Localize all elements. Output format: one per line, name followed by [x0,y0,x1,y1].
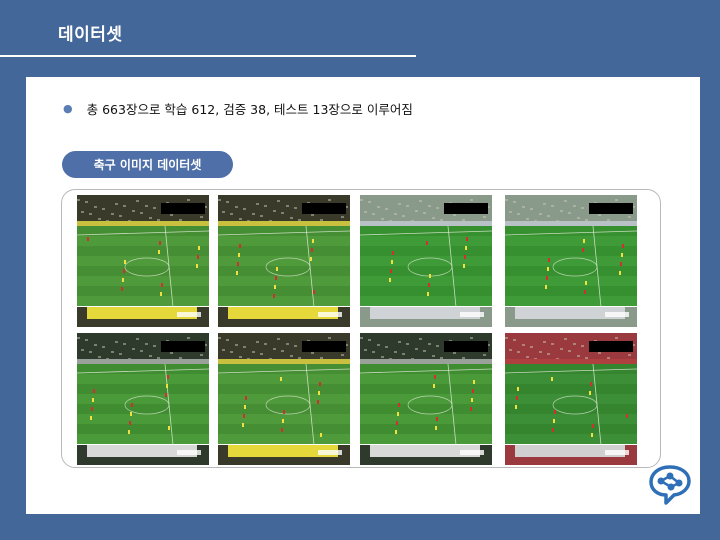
dataset-thumbnail [218,333,350,465]
bullet-dot-icon: ● [63,102,73,115]
bullet-item: ● 총 663장으로 학습 612, 검증 38, 테스트 13장으로 이루어짐 [63,99,413,118]
dataset-thumbnail [360,333,492,465]
network-brain-icon [646,463,694,511]
dataset-thumbnail [505,195,637,327]
dataset-thumbnail [77,333,209,465]
slide-title: 데이터셋 [58,25,123,45]
dataset-pill: 축구 이미지 데이터셋 [62,151,233,178]
dataset-thumbnail [360,195,492,327]
title-underline [0,55,416,57]
dataset-thumbnail [77,195,209,327]
bullet-text: 총 663장으로 학습 612, 검증 38, 테스트 13장으로 이루어짐 [86,102,413,117]
dataset-thumbnail [505,333,637,465]
dataset-thumbnail [218,195,350,327]
